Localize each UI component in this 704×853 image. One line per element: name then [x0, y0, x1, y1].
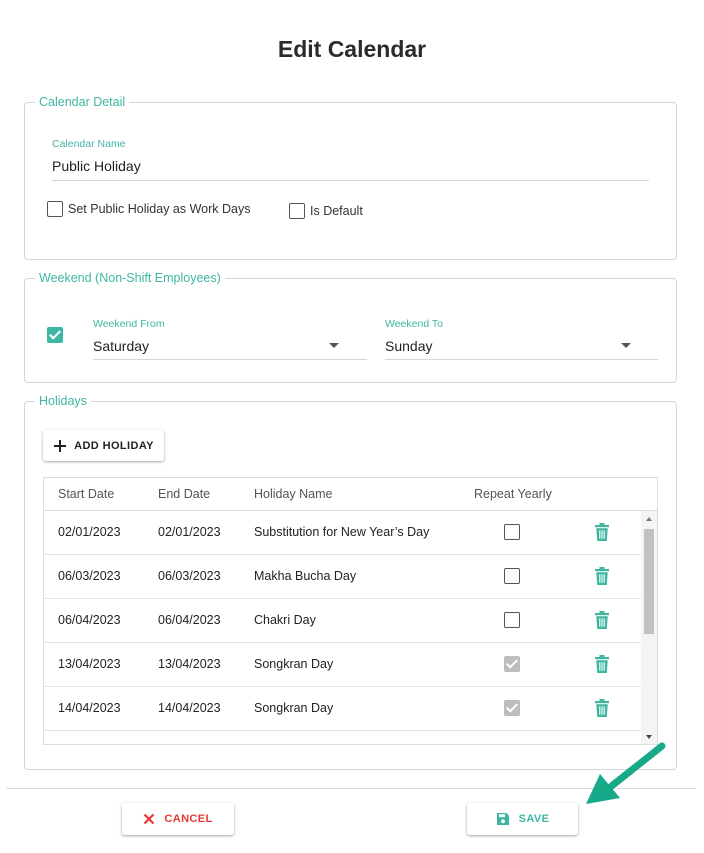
start-date-cell: 13/04/2023	[58, 657, 121, 671]
start-date-cell: 14/04/2023	[58, 701, 121, 715]
weekend-from-underline	[93, 359, 367, 360]
end-date-cell: 02/01/2023	[158, 525, 221, 539]
trash-icon[interactable]	[595, 699, 609, 717]
end-date-cell: 14/04/2023	[158, 701, 221, 715]
calendar-detail-section: Calendar Detail	[24, 95, 677, 260]
chevron-down-icon[interactable]	[621, 343, 631, 348]
table-row: 02/01/2023 02/01/2023 Substitution for N…	[44, 511, 641, 555]
save-button[interactable]: SAVE	[467, 803, 578, 835]
header-holiday-name: Holiday Name	[254, 487, 333, 501]
holiday-name-cell: Chakri Day	[254, 613, 316, 627]
scrollbar-thumb[interactable]	[644, 529, 654, 634]
weekend-to-select[interactable]: Sunday	[385, 338, 657, 354]
end-date-cell: 13/04/2023	[158, 657, 221, 671]
weekend-enabled-checkbox[interactable]	[47, 327, 63, 343]
trash-icon[interactable]	[595, 655, 609, 673]
start-date-cell: 06/03/2023	[58, 569, 121, 583]
header-repeat-yearly: Repeat Yearly	[474, 487, 552, 501]
weekend-to-underline	[385, 359, 658, 360]
table-row: 06/03/2023 06/03/2023 Makha Bucha Day	[44, 555, 641, 599]
add-holiday-label: ADD HOLIDAY	[74, 439, 154, 452]
table-scrollbar[interactable]	[641, 511, 657, 744]
weekend-legend: Weekend (Non-Shift Employees)	[35, 271, 225, 285]
close-icon	[144, 813, 155, 825]
table-header: Start Date End Date Holiday Name Repeat …	[44, 478, 657, 511]
repeat-yearly-checkbox[interactable]	[504, 524, 520, 540]
repeat-yearly-checkbox[interactable]	[504, 568, 520, 584]
weekend-section: Weekend (Non-Shift Employees)	[24, 271, 677, 383]
start-date-cell: 02/01/2023	[58, 525, 121, 539]
chevron-down-icon[interactable]	[329, 343, 339, 348]
end-date-cell: 06/03/2023	[158, 569, 221, 583]
cancel-button[interactable]: CANCEL	[122, 803, 234, 835]
repeat-yearly-checkbox[interactable]	[504, 656, 520, 672]
repeat-yearly-checkbox[interactable]	[504, 700, 520, 716]
calendar-name-underline	[52, 180, 649, 181]
holidays-legend: Holidays	[35, 394, 91, 408]
page-title: Edit Calendar	[277, 36, 427, 62]
plus-icon	[54, 439, 67, 452]
workdays-checkbox[interactable]	[47, 201, 63, 217]
trash-icon[interactable]	[595, 523, 609, 541]
floppy-disk-icon	[496, 813, 509, 825]
holiday-name-cell: Makha Bucha Day	[254, 569, 357, 583]
calendar-name-label: Calendar Name	[52, 138, 126, 150]
default-label: Is Default	[310, 204, 363, 218]
cancel-label: CANCEL	[164, 813, 213, 825]
header-end-date: End Date	[158, 487, 211, 501]
holiday-name-cell: Substitution for New Year’s Day	[254, 525, 430, 539]
add-holiday-button[interactable]: ADD HOLIDAY	[43, 430, 164, 461]
table-row: 13/04/2023 13/04/2023 Songkran Day	[44, 643, 641, 687]
table-row: 14/04/2023 14/04/2023 Songkran Day	[44, 687, 641, 731]
weekend-from-label: Weekend From	[93, 318, 165, 330]
workdays-label: Set Public Holiday as Work Days	[68, 202, 251, 216]
start-date-cell: 06/04/2023	[58, 613, 121, 627]
holiday-name-cell: Songkran Day	[254, 701, 334, 715]
end-date-cell: 06/04/2023	[158, 613, 221, 627]
header-start-date: Start Date	[58, 487, 115, 501]
holiday-name-cell: Songkran Day	[254, 657, 334, 671]
scroll-up-icon[interactable]	[646, 517, 652, 521]
trash-icon[interactable]	[595, 611, 609, 629]
default-checkbox[interactable]	[289, 203, 305, 219]
holidays-table: Start Date End Date Holiday Name Repeat …	[43, 477, 658, 745]
arrow-icon	[586, 742, 666, 804]
trash-icon[interactable]	[595, 567, 609, 585]
calendar-detail-legend: Calendar Detail	[35, 95, 130, 109]
weekend-from-select[interactable]: Saturday	[93, 338, 365, 354]
save-label: SAVE	[518, 813, 550, 825]
calendar-name-input[interactable]: Public Holiday	[52, 158, 648, 174]
weekend-to-label: Weekend To	[385, 318, 443, 330]
table-row: 06/04/2023 06/04/2023 Chakri Day	[44, 599, 641, 643]
repeat-yearly-checkbox[interactable]	[504, 612, 520, 628]
